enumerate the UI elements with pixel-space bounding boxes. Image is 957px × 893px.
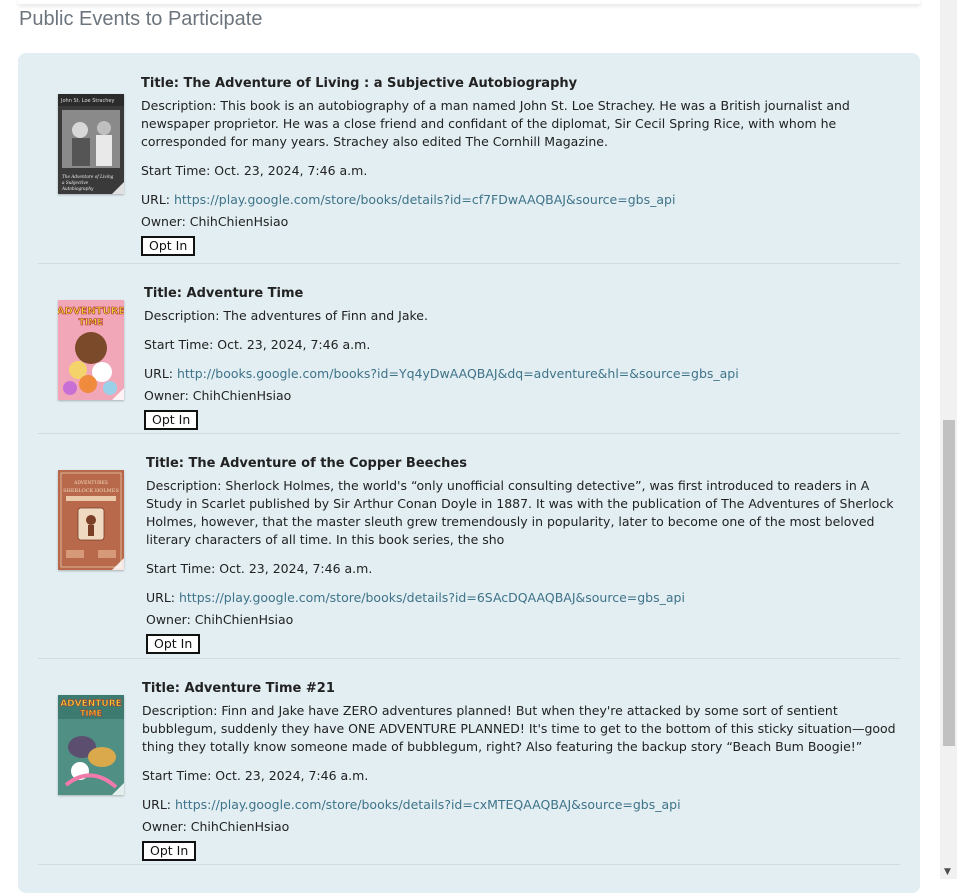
- cover-author-text: John St. Loe Strachey: [60, 98, 114, 104]
- opt-in-button[interactable]: Opt In: [146, 634, 201, 654]
- event-info: Title: The Adventure of Living : a Subje…: [141, 75, 900, 256]
- event-item: ADVENTURE TIME Title: Adventure Time #21…: [38, 658, 900, 865]
- svg-text:ADVENTURE: ADVENTURE: [60, 699, 122, 709]
- event-title: Title: The Adventure of Living : a Subje…: [141, 76, 578, 91]
- event-url-row: URL: https://play.google.com/store/books…: [146, 590, 685, 605]
- event-url-row: URL: https://play.google.com/store/books…: [142, 797, 681, 812]
- event-item: John St. Loe Strachey The Adventure of L…: [38, 53, 900, 264]
- cover-subtitle-text: SHERLOCK HOLMES: [63, 488, 119, 494]
- event-item: ADVENTURE TIME Title: Adventure Time Des…: [38, 263, 900, 434]
- event-description: Description: Sherlock Holmes, the world'…: [146, 478, 894, 547]
- event-owner: Owner: ChihChienHsiao: [146, 612, 294, 627]
- svg-text:ADVENTURE: ADVENTURE: [58, 306, 124, 317]
- opt-in-button[interactable]: Opt In: [141, 236, 196, 256]
- event-title: Title: The Adventure of the Copper Beech…: [146, 456, 467, 471]
- event-description: Description: The adventures of Finn and …: [144, 308, 428, 323]
- event-info: Title: The Adventure of the Copper Beech…: [146, 455, 900, 654]
- event-description: Description: Finn and Jake have ZERO adv…: [142, 703, 896, 754]
- event-owner: Owner: ChihChienHsiao: [142, 819, 290, 834]
- event-url-row: URL: https://play.google.com/store/books…: [141, 192, 676, 207]
- event-url-row: URL: http://books.google.com/books?id=Yq…: [144, 366, 739, 381]
- book-cover-image: ADVENTURE TIME: [58, 300, 124, 400]
- svg-text:The Adventure of Living: The Adventure of Living: [62, 174, 114, 179]
- event-url-link[interactable]: https://play.google.com/store/books/deta…: [175, 797, 681, 812]
- book-cover-image: John St. Loe Strachey The Adventure of L…: [58, 94, 124, 194]
- event-item: ADVENTURES SHERLOCK HOLMES Title: The Ad…: [38, 433, 900, 659]
- scrollbar-thumb[interactable]: [943, 420, 955, 746]
- event-info: Title: Adventure Time #21 Description: F…: [142, 680, 900, 861]
- event-owner: Owner: ChihChienHsiao: [141, 214, 289, 229]
- opt-in-button[interactable]: Opt In: [144, 410, 199, 430]
- svg-text:TIME: TIME: [80, 709, 102, 718]
- event-url-link[interactable]: https://play.google.com/store/books/deta…: [179, 590, 685, 605]
- cover-title-text: ADVENTURES: [73, 480, 108, 486]
- scroll-down-arrow-icon[interactable]: ▼: [944, 868, 951, 877]
- event-description: Description: This book is an autobiograp…: [141, 98, 850, 149]
- event-start-time: Start Time: Oct. 23, 2024, 7:46 a.m.: [144, 337, 371, 352]
- event-start-time: Start Time: Oct. 23, 2024, 7:46 a.m.: [142, 768, 369, 783]
- event-url-link[interactable]: http://books.google.com/books?id=Yq4yDwA…: [177, 366, 739, 381]
- previous-card-edge: [18, 0, 920, 4]
- event-info: Title: Adventure Time Description: The a…: [144, 285, 900, 430]
- section-heading: Public Events to Participate: [19, 8, 263, 30]
- event-start-time: Start Time: Oct. 23, 2024, 7:46 a.m.: [141, 163, 368, 178]
- svg-text:Autobiography: Autobiography: [61, 186, 94, 191]
- book-cover-image: ADVENTURES SHERLOCK HOLMES: [58, 470, 124, 570]
- events-panel: John St. Loe Strachey The Adventure of L…: [18, 53, 920, 893]
- event-title: Title: Adventure Time: [144, 286, 304, 301]
- page-scrollbar[interactable]: ▼: [940, 0, 957, 879]
- event-title: Title: Adventure Time #21: [142, 681, 335, 696]
- opt-in-button[interactable]: Opt In: [142, 841, 197, 861]
- event-url-link[interactable]: https://play.google.com/store/books/deta…: [174, 192, 675, 207]
- book-cover-image: ADVENTURE TIME: [58, 695, 124, 795]
- svg-text:a Subjective: a Subjective: [62, 180, 89, 185]
- event-start-time: Start Time: Oct. 23, 2024, 7:46 a.m.: [146, 561, 373, 576]
- event-owner: Owner: ChihChienHsiao: [144, 388, 292, 403]
- svg-text:TIME: TIME: [79, 318, 104, 328]
